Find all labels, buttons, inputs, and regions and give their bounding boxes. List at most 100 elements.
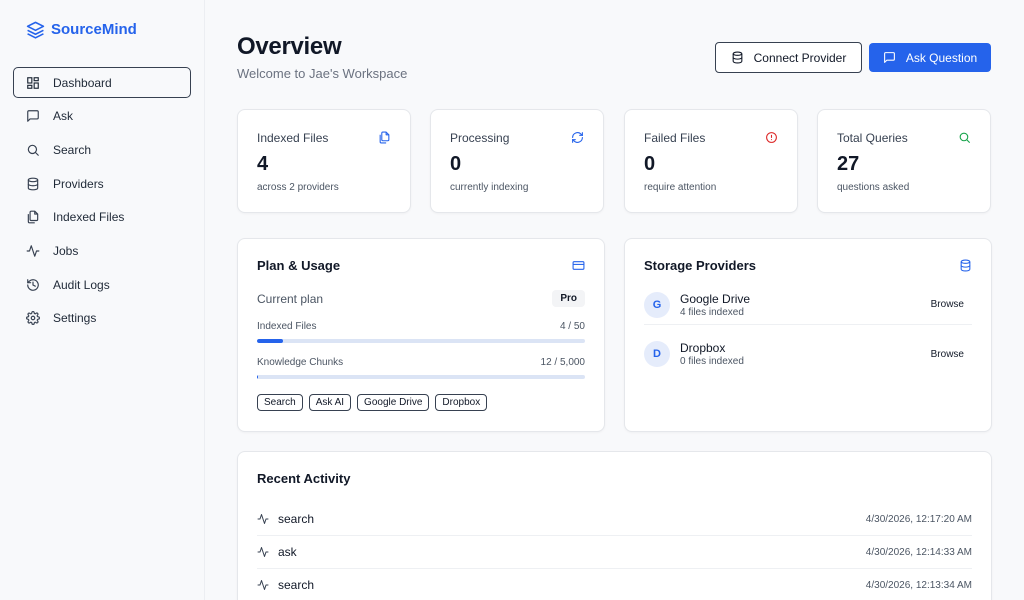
feature-chip[interactable]: Search: [257, 394, 303, 411]
stat-card-failed-files: Failed Files 0 require attention: [624, 109, 798, 213]
page-subtitle: Welcome to Jae's Workspace: [237, 66, 408, 81]
sidebar-item-label: Jobs: [53, 243, 79, 258]
provider-avatar: G: [644, 291, 670, 318]
stat-label: Processing: [450, 131, 510, 145]
meter-label: Indexed Files: [257, 321, 317, 332]
sidebar-item-label: Indexed Files: [53, 210, 125, 225]
database-icon: [959, 259, 972, 272]
storage-providers-card: Storage Providers G Google Drive 4 files…: [624, 238, 992, 432]
sidebar-item-audit-logs[interactable]: Audit Logs: [13, 269, 191, 300]
meter-value: 4 / 50: [559, 321, 585, 332]
indexed-files-meter-row: Indexed Files 4 / 50: [257, 321, 585, 332]
database-icon: [731, 51, 744, 64]
search-icon: [958, 131, 971, 144]
provider-meta: 4 files indexed: [680, 306, 744, 318]
main-content: Overview Welcome to Jae's Workspace Conn…: [205, 0, 1024, 600]
plan-badge: Pro: [552, 290, 585, 307]
sidebar-item-label: Settings: [53, 311, 97, 326]
provider-row-google-drive: G Google Drive 4 files indexed Browse: [644, 285, 972, 325]
brand-name: SourceMind: [51, 21, 137, 38]
sidebar-item-label: Providers: [53, 176, 104, 191]
connect-provider-label: Connect Provider: [753, 50, 847, 65]
recent-activity-card: Recent Activity search 4/30/2026, 12:17:…: [237, 451, 992, 600]
progress-fill: [257, 339, 284, 343]
stat-label: Failed Files: [644, 131, 706, 145]
message-icon: [883, 51, 896, 64]
dashboard-icon: [26, 76, 40, 90]
stat-subtext: require attention: [644, 182, 717, 193]
ask-question-label: Ask Question: [905, 50, 978, 65]
stat-subtext: currently indexing: [450, 182, 529, 193]
provider-name: Google Drive: [680, 291, 751, 306]
meter-value: 12 / 5,000: [540, 357, 585, 368]
knowledge-chunks-meter-row: Knowledge Chunks 12 / 5,000: [257, 357, 585, 368]
activity-icon: [257, 546, 269, 558]
sidebar-item-label: Ask: [53, 109, 74, 124]
plan-usage-card: Plan & Usage Current plan Pro Indexed Fi…: [237, 238, 605, 432]
sidebar-item-providers[interactable]: Providers: [13, 168, 191, 199]
activity-action: ask: [278, 545, 297, 559]
sidebar: SourceMind Dashboard Ask Search Provider…: [0, 0, 205, 600]
sidebar-item-label: Audit Logs: [53, 277, 110, 292]
sidebar-item-ask[interactable]: Ask: [13, 101, 191, 132]
layers-icon: [26, 20, 45, 39]
browse-button[interactable]: Browse: [923, 295, 972, 314]
sidebar-item-dashboard[interactable]: Dashboard: [13, 67, 191, 98]
page-title: Overview: [237, 33, 342, 60]
brand[interactable]: SourceMind: [26, 20, 137, 39]
stat-label: Indexed Files: [257, 131, 329, 145]
knowledge-chunks-progress: [257, 375, 585, 379]
stat-label: Total Queries: [837, 131, 908, 145]
card-title: Plan & Usage: [257, 258, 341, 273]
activity-icon: [257, 513, 269, 525]
activity-row[interactable]: ask 4/30/2026, 12:14:33 AM: [257, 536, 972, 569]
stat-value: 4: [257, 153, 269, 175]
database-icon: [26, 177, 40, 191]
stat-subtext: across 2 providers: [257, 182, 339, 193]
feature-chip[interactable]: Ask AI: [308, 394, 352, 411]
indexed-files-progress: [257, 339, 585, 343]
provider-row-dropbox: D Dropbox 0 files indexed Browse: [644, 334, 972, 374]
sidebar-item-indexed-files[interactable]: Indexed Files: [13, 202, 191, 233]
activity-action: search: [278, 578, 315, 592]
files-icon: [26, 210, 40, 224]
activity-icon: [257, 579, 269, 591]
sidebar-item-label: Search: [53, 142, 92, 157]
sidebar-item-settings[interactable]: Settings: [13, 303, 191, 334]
progress-fill: [257, 375, 259, 379]
activity-action: search: [278, 512, 315, 526]
activity-row[interactable]: search 4/30/2026, 12:13:34 AM: [257, 569, 972, 600]
history-icon: [26, 278, 40, 292]
gear-icon: [26, 311, 40, 326]
plan-features: Search Ask AI Google Drive Dropbox: [257, 394, 488, 411]
activity-timestamp: 4/30/2026, 12:17:20 AM: [865, 513, 972, 525]
activity-timestamp: 4/30/2026, 12:13:34 AM: [865, 579, 972, 591]
stat-card-total-queries: Total Queries 27 questions asked: [817, 109, 991, 213]
search-icon: [26, 143, 40, 157]
stat-subtext: questions asked: [837, 182, 910, 193]
connect-provider-button[interactable]: Connect Provider: [715, 42, 862, 73]
current-plan-row: Current plan Pro: [257, 290, 585, 307]
credit-card-icon: [572, 259, 585, 272]
activity-row[interactable]: search 4/30/2026, 12:17:20 AM: [257, 503, 972, 536]
sidebar-item-search[interactable]: Search: [13, 134, 191, 165]
stat-card-indexed-files: Indexed Files 4 across 2 providers: [237, 109, 411, 213]
current-plan-label: Current plan: [257, 291, 324, 306]
alert-icon: [765, 131, 778, 144]
activity-icon: [26, 244, 40, 258]
refresh-icon: [571, 131, 584, 144]
browse-button[interactable]: Browse: [923, 345, 972, 364]
ask-question-button[interactable]: Ask Question: [869, 43, 991, 72]
sidebar-item-label: Dashboard: [53, 75, 112, 90]
provider-name: Dropbox: [680, 341, 726, 355]
stat-value: 0: [644, 153, 656, 175]
feature-chip[interactable]: Google Drive: [357, 394, 430, 411]
provider-avatar: D: [644, 341, 670, 367]
sidebar-item-jobs[interactable]: Jobs: [13, 235, 191, 266]
stat-value: 27: [837, 153, 860, 175]
feature-chip[interactable]: Dropbox: [435, 394, 488, 411]
provider-meta: 0 files indexed: [680, 356, 744, 367]
stat-card-processing: Processing 0 currently indexing: [430, 109, 604, 213]
activity-timestamp: 4/30/2026, 12:14:33 AM: [865, 546, 972, 558]
card-title: Storage Providers: [644, 258, 756, 273]
